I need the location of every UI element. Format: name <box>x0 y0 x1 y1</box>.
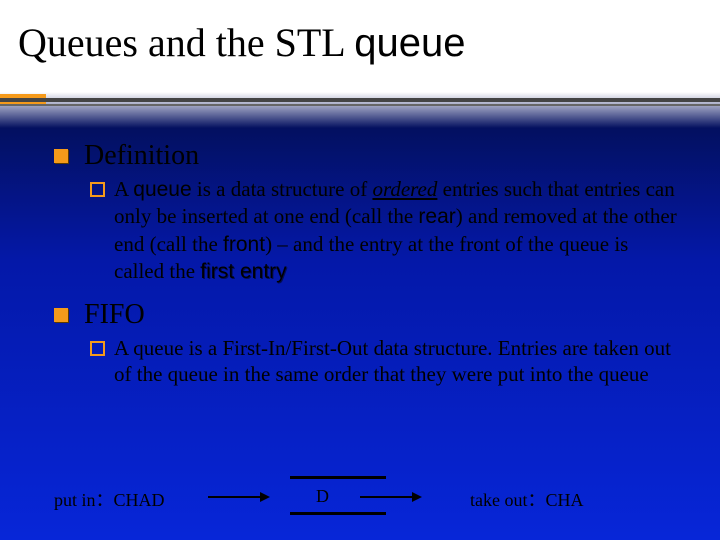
definition-text: A queue is a data structure of ordered e… <box>114 177 677 283</box>
underline-thin <box>0 104 720 106</box>
queue-bottom-edge <box>290 512 386 515</box>
square-bullet-icon <box>54 149 68 163</box>
queue-diagram: put in：CHAD D take out：CHA <box>60 472 680 522</box>
arrow-icon <box>360 496 420 498</box>
underline-thick <box>0 98 720 102</box>
take-out-label: take out：CHA <box>470 486 583 512</box>
subbullet-fifo: A queue is a First-In/First-Out data str… <box>114 335 680 388</box>
square-bullet-icon <box>54 308 68 322</box>
subbullet-definition: A queue is a data structure of ordered e… <box>114 176 680 285</box>
slide-title: Queues and the STL queue <box>18 22 465 64</box>
arrow-icon <box>208 496 268 498</box>
heading-definition: Definition <box>84 140 199 171</box>
hollow-square-bullet-icon <box>90 182 105 197</box>
queue-contents: D <box>316 486 329 507</box>
slide-body: Definition A queue is a data structure o… <box>54 140 680 402</box>
slide: Queues and the STL queue Definition A qu… <box>0 0 720 540</box>
title-prefix: Queues and the STL <box>18 20 354 65</box>
bullet-definition: Definition <box>84 140 680 172</box>
title-code: queue <box>354 21 465 65</box>
queue-top-edge <box>290 476 386 479</box>
bullet-fifo: FIFO <box>84 299 680 331</box>
put-in-label: put in：CHAD <box>54 486 165 512</box>
hollow-square-bullet-icon <box>90 341 105 356</box>
heading-fifo: FIFO <box>84 299 145 330</box>
fifo-text: A queue is a First-In/First-Out data str… <box>114 336 671 386</box>
